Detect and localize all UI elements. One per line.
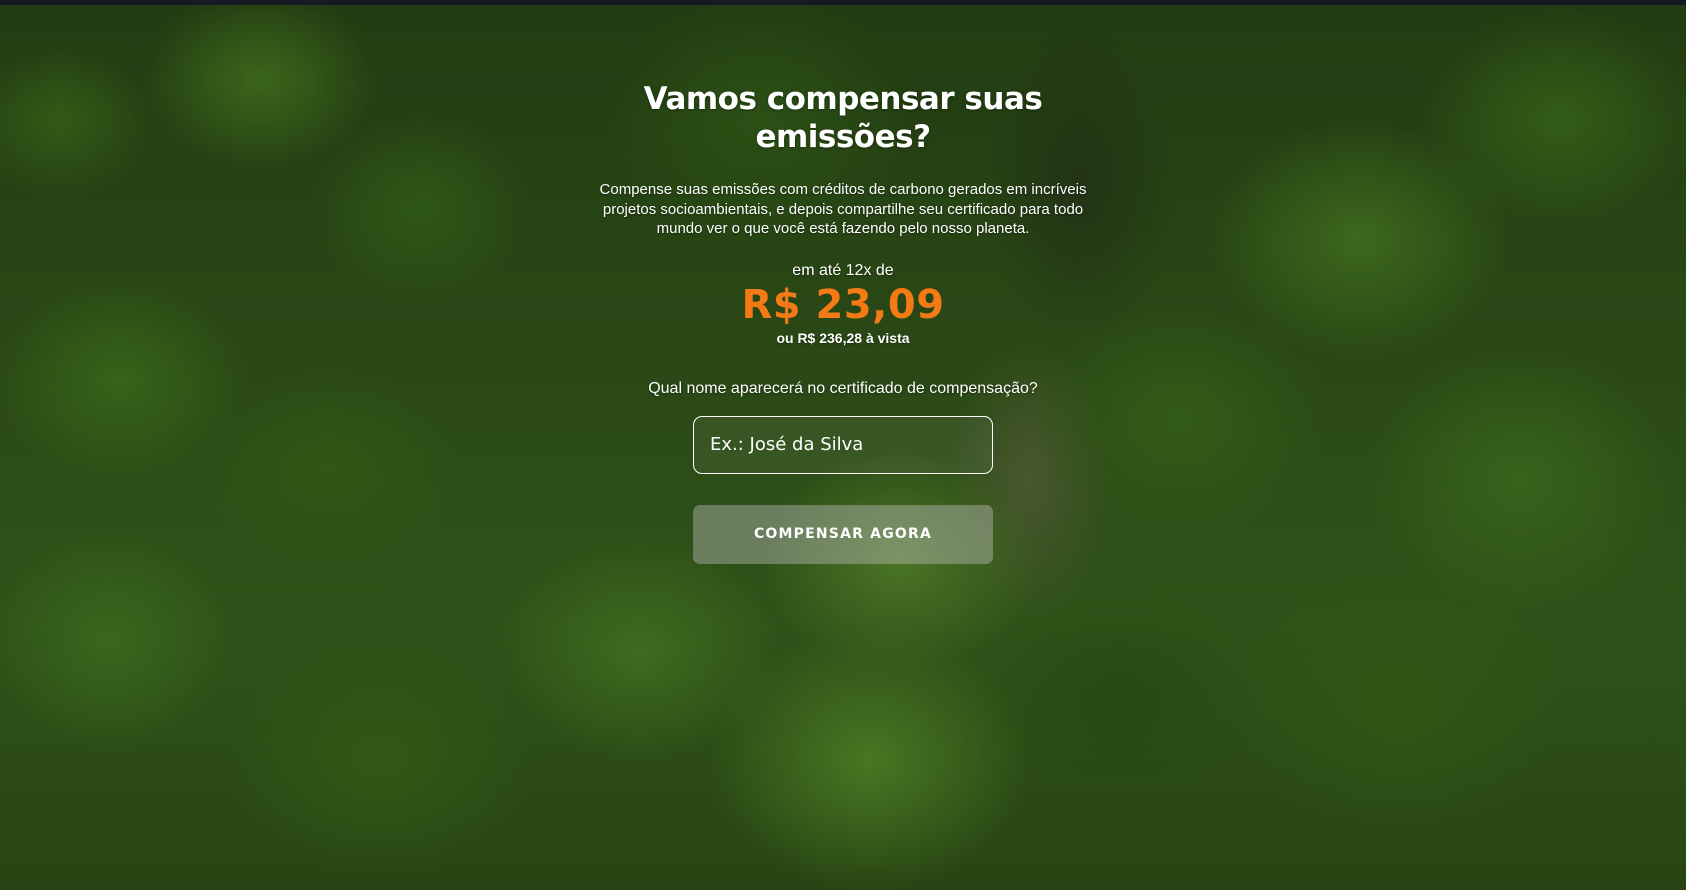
forest-background: Vamos compensar suas emissões? Compense … <box>0 0 1686 890</box>
cash-price: ou R$ 236,28 à vista <box>776 329 910 346</box>
compensation-panel: Vamos compensar suas emissões? Compense … <box>543 80 1143 564</box>
certificate-name-question: Qual nome aparecerá no certificado de co… <box>648 379 1038 397</box>
installment-label: em até 12x de <box>792 261 894 279</box>
page-description: Compense suas emissões com créditos de c… <box>599 181 1087 237</box>
certificate-name-input[interactable] <box>693 415 993 474</box>
installment-price: R$ 23,09 <box>741 281 945 328</box>
page-title: Vamos compensar suas emissões? <box>643 81 1043 155</box>
top-bar <box>0 0 1686 5</box>
compensate-now-button[interactable]: COMPENSAR AGORA <box>693 504 993 564</box>
